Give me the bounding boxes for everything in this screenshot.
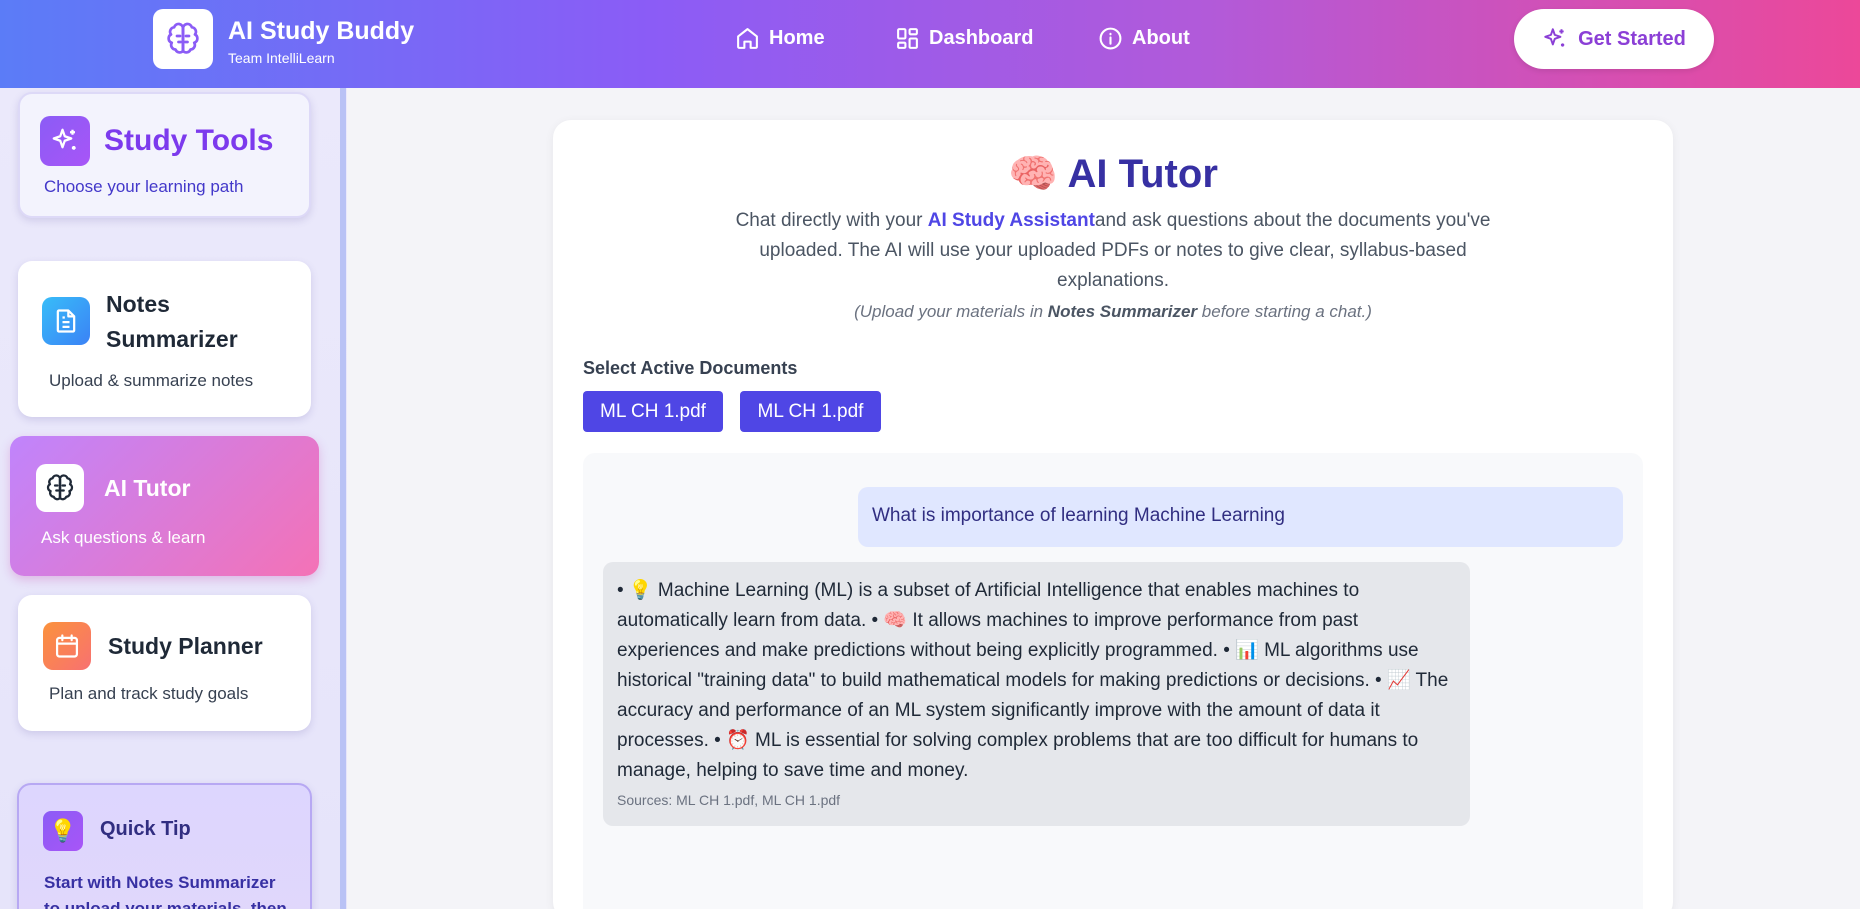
study-planner-title: Study Planner [108,633,263,659]
quick-tip-text-line1: Start with Notes Summarizer [44,873,276,892]
nav-home[interactable]: Home [735,26,825,51]
note-prefix: (Upload your materials in [854,302,1048,321]
nav-about-label: About [1132,27,1190,49]
assistant-message-text: • 💡 Machine Learning (ML) is a subset of… [617,580,1449,781]
study-tools-title: Study Tools [104,124,274,157]
get-started-label: Get Started [1578,27,1686,50]
ai-tutor-subtitle: Ask questions & learn [41,528,206,547]
sidebar-divider [340,88,346,909]
ai-tutor-title: AI Tutor [104,475,191,501]
quick-tip-text-line2: to upload your materials, then [44,899,287,909]
study-planner-subtitle: Plan and track study goals [49,684,249,703]
brand-title: AI Study Buddy [228,17,415,45]
brand-subtitle: Team IntelliLearn [228,50,335,66]
note-suffix: before starting a chat.) [1197,302,1372,321]
select-documents-label: Select Active Documents [583,358,798,378]
study-tools-subtitle: Choose your learning path [44,177,244,196]
nav-about[interactable]: About [1098,26,1190,51]
sidebar-item-study-planner[interactable]: Study Planner Plan and track study goals [18,595,311,731]
notes-summarizer-title-line2: Summarizer [106,326,238,352]
page-title-text: AI Tutor [1067,152,1218,196]
brain-icon [167,22,199,54]
brain-icon [36,464,84,512]
user-message: What is importance of learning Machine L… [858,487,1623,547]
lightbulb-icon: 💡 [43,811,83,851]
assistant-message: • 💡 Machine Learning (ML) is a subset of… [603,562,1470,826]
desc-highlight: AI Study Assistant [927,210,1095,231]
brain-emoji-icon: 🧠 [1008,152,1058,196]
page-title: 🧠 AI Tutor [553,150,1673,197]
get-started-button[interactable]: Get Started [1514,9,1714,69]
dashboard-icon [897,28,918,49]
ai-tutor-panel: 🧠 AI Tutor Chat directly with your AI St… [553,120,1673,909]
quick-tip-text: Start with Notes Summarizer to upload yo… [44,870,287,909]
page-description: Chat directly with your AI Study Assista… [713,206,1513,296]
study-tools-header: Study Tools Choose your learning path [18,92,311,218]
sparkles-icon [1544,28,1565,47]
sparkles-icon [40,116,90,166]
brand-logo[interactable] [153,9,213,69]
info-icon [1099,27,1122,50]
nav-home-label: Home [769,27,825,49]
sidebar-item-notes-summarizer[interactable]: Notes Summarizer Upload & summarize note… [18,261,311,417]
top-header: AI Study Buddy Team IntelliLearn Home Da… [0,0,1860,88]
chat-area[interactable]: What is importance of learning Machine L… [583,453,1643,909]
nav-dashboard-label: Dashboard [929,27,1034,49]
home-icon [737,28,758,49]
nav-dashboard[interactable]: Dashboard [895,26,1033,51]
document-chip[interactable]: ML CH 1.pdf [740,391,881,432]
upload-note: (Upload your materials in Notes Summariz… [553,302,1673,322]
notes-summarizer-title-line1: Notes [106,291,170,317]
document-icon [42,297,90,345]
note-bold: Notes Summarizer [1047,302,1198,321]
assistant-message-sources: Sources: ML CH 1.pdf, ML CH 1.pdf [617,792,841,808]
document-chip[interactable]: ML CH 1.pdf [583,391,723,432]
sidebar-item-ai-tutor[interactable]: AI Tutor Ask questions & learn [10,436,319,576]
quick-tip-card: 💡 Quick Tip Start with Notes Summarizer … [17,783,312,909]
notes-summarizer-subtitle: Upload & summarize notes [49,371,254,390]
quick-tip-title: Quick Tip [100,818,191,840]
calendar-icon [43,622,91,670]
desc-prefix: Chat directly with your [735,210,928,231]
